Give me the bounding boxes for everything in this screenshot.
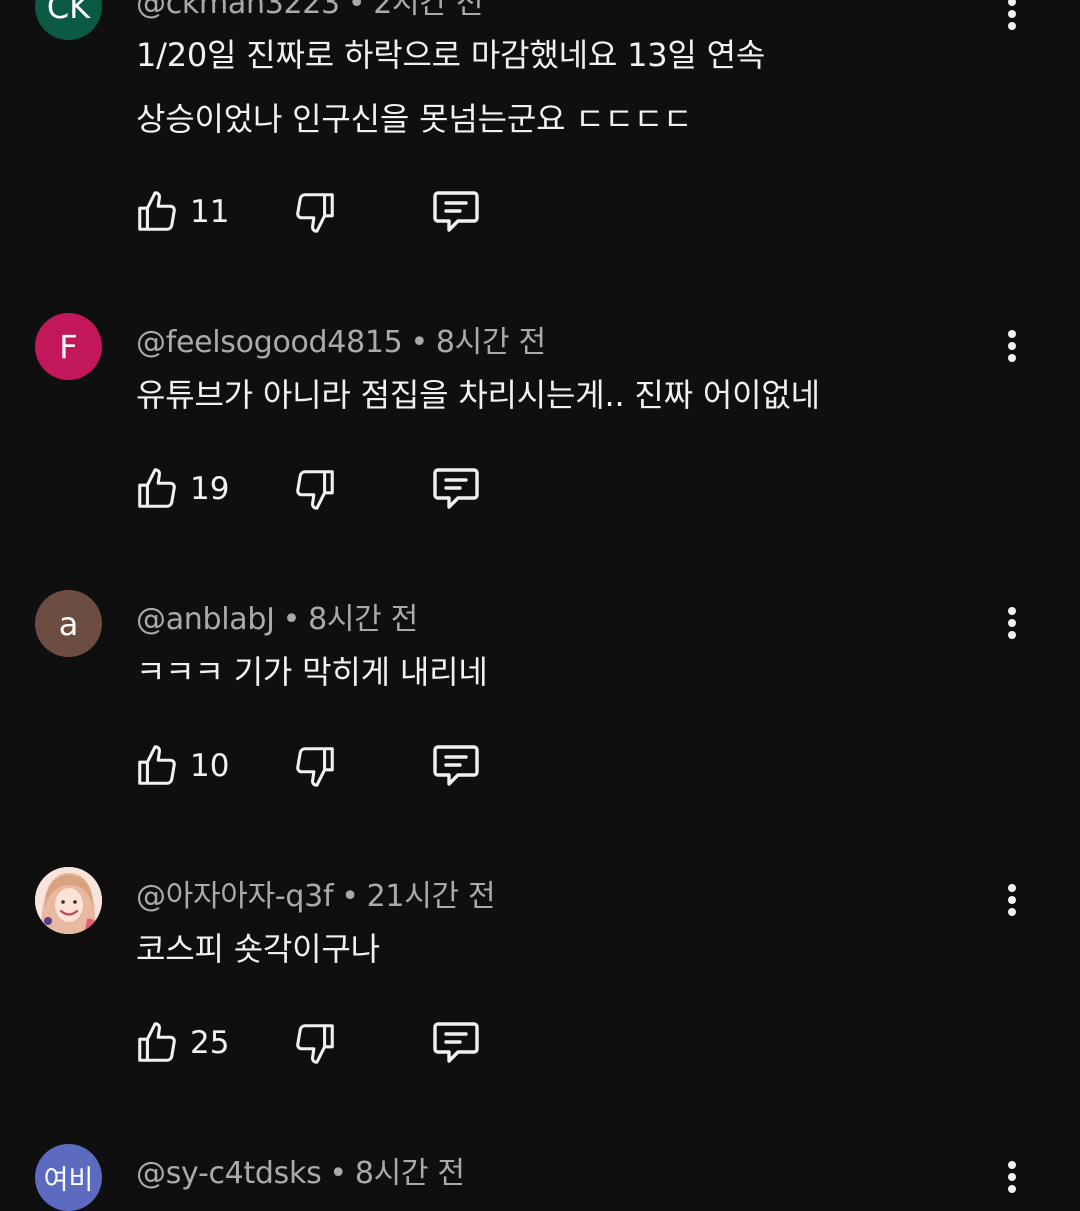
comment-5: 여비 @sy-c4tdsks • 8시간 전 xyxy=(0,1111,1080,1211)
thumbs-down-icon xyxy=(296,470,334,510)
thumbs-up-icon xyxy=(138,191,176,231)
avatar[interactable]: F xyxy=(35,313,102,380)
thumbs-down-icon xyxy=(296,747,334,787)
avatar-letter: 여비 xyxy=(43,1165,94,1196)
like-count: 25 xyxy=(190,1025,230,1061)
reply-button[interactable] xyxy=(430,187,482,237)
comment-text: 코스피 숏각이구나 xyxy=(136,930,380,968)
avatar[interactable]: CK xyxy=(35,0,102,40)
comment-time[interactable]: 8시간 전 xyxy=(355,1156,465,1191)
dislike-button[interactable] xyxy=(292,464,338,514)
profile-photo-icon xyxy=(35,867,102,934)
more-vert-icon xyxy=(1008,884,1016,916)
more-options-button[interactable] xyxy=(994,878,1030,922)
more-vert-icon xyxy=(1008,330,1016,362)
thumbs-down-icon xyxy=(296,193,334,233)
meta-separator: • xyxy=(341,879,359,914)
reply-button[interactable] xyxy=(430,464,482,514)
comment-handle[interactable]: @ckman3223 xyxy=(136,0,340,21)
comment-icon xyxy=(433,1022,479,1063)
comment-time[interactable]: 8시간 전 xyxy=(308,602,418,637)
comment-text: ㅋㅋㅋ 기가 막히게 내리네 xyxy=(136,653,488,691)
more-options-button[interactable] xyxy=(994,0,1030,36)
like-count: 19 xyxy=(190,471,230,507)
reply-button[interactable] xyxy=(430,741,482,791)
comment-3: a @anblabJ • 8시간 전 ㅋㅋㅋ 기가 막히게 내리네 10 xyxy=(0,557,1080,837)
comment-icon xyxy=(433,468,479,509)
thumbs-up-icon xyxy=(138,745,176,785)
comment-handle[interactable]: @아자아자-q3f xyxy=(136,879,334,914)
comment-time[interactable]: 8시간 전 xyxy=(436,325,546,360)
avatar-letter: a xyxy=(58,604,79,643)
meta-separator: • xyxy=(282,602,301,637)
comment-actions: 10 xyxy=(134,741,494,791)
more-vert-icon xyxy=(1008,0,1016,30)
like-button[interactable]: 11 xyxy=(134,187,229,237)
comment-handle[interactable]: @anblabJ xyxy=(136,602,275,637)
avatar[interactable] xyxy=(35,867,102,934)
comment-meta: @anblabJ • 8시간 전 xyxy=(136,594,418,638)
dislike-button[interactable] xyxy=(292,741,338,791)
comment-time[interactable]: 2시간 전 xyxy=(373,0,483,21)
comment-meta: @sy-c4tdsks • 8시간 전 xyxy=(136,1148,465,1192)
meta-separator: • xyxy=(410,325,428,360)
comment-2: F @feelsogood4815 • 8시간 전 유튜브가 아니라 점집을 차리시… xyxy=(0,280,1080,560)
reply-button[interactable] xyxy=(430,1018,482,1068)
more-options-button[interactable] xyxy=(994,324,1030,368)
avatar-letter: F xyxy=(59,327,78,366)
comment-meta: @아자아자-q3f • 21시간 전 xyxy=(136,871,496,915)
avatar[interactable]: a xyxy=(35,590,102,657)
comment-text: 1/20일 진짜로 하락으로 마감했네요 13일 연속 상승이었나 인구신을 못… xyxy=(136,36,766,138)
comment-handle[interactable]: @feelsogood4815 xyxy=(136,325,403,360)
more-vert-icon xyxy=(1008,1161,1016,1193)
comment-4: @아자아자-q3f • 21시간 전 코스피 숏각이구나 25 xyxy=(0,834,1080,1114)
comment-meta: @ckman3223 • 2시간 전 xyxy=(136,0,483,22)
like-button[interactable]: 19 xyxy=(134,464,229,514)
comment-icon xyxy=(433,191,479,232)
dislike-button[interactable] xyxy=(292,1018,338,1068)
comment-actions: 25 xyxy=(134,1018,494,1068)
thumbs-up-icon xyxy=(138,468,176,508)
comment-text: 유튜브가 아니라 점집을 차리시는게.. 진짜 어이없네 xyxy=(136,376,820,414)
comment-time[interactable]: 21시간 전 xyxy=(367,879,496,914)
like-button[interactable]: 10 xyxy=(134,741,229,791)
thumbs-down-icon xyxy=(296,1024,334,1064)
dislike-button[interactable] xyxy=(292,187,338,237)
comment-actions: 19 xyxy=(134,464,494,514)
comment-icon xyxy=(433,745,479,786)
like-count: 10 xyxy=(190,748,230,784)
like-button[interactable]: 25 xyxy=(134,1018,229,1068)
comment-actions: 11 xyxy=(134,187,494,237)
meta-separator: • xyxy=(329,1156,347,1191)
thumbs-up-icon xyxy=(138,1022,176,1062)
avatar-letter: CK xyxy=(46,0,91,26)
more-options-button[interactable] xyxy=(994,601,1030,645)
like-count: 11 xyxy=(190,194,230,230)
more-vert-icon xyxy=(1008,607,1016,639)
meta-separator: • xyxy=(347,0,366,21)
comment-handle[interactable]: @sy-c4tdsks xyxy=(136,1156,322,1191)
comment-1: CK @ckman3223 • 2시간 전 1/20일 진짜로 하락으로 마감했네요… xyxy=(0,0,1080,280)
more-options-button[interactable] xyxy=(994,1155,1030,1199)
comment-meta: @feelsogood4815 • 8시간 전 xyxy=(136,317,546,361)
